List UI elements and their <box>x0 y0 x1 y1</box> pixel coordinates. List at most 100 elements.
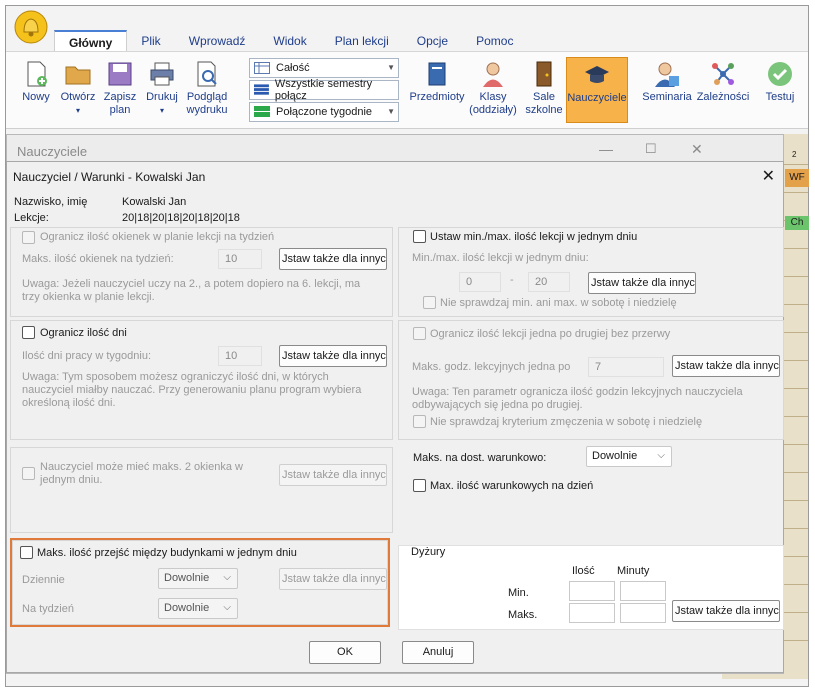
semesters-select[interactable]: Wszystkie semestry połącz <box>249 78 399 102</box>
save-plan-label: Zapisz plan <box>103 91 137 116</box>
two-gaps-panel <box>10 447 393 533</box>
gaps-max-field[interactable]: 10 <box>218 249 262 269</box>
teachers-label: Nauczyciele <box>567 92 627 104</box>
tab-pomoc[interactable]: Pomoc <box>462 30 527 52</box>
duty-min-minutes-input[interactable] <box>620 581 666 601</box>
two-gaps-label: Nauczyciel może mieć maks. 2 okienka w j… <box>40 461 243 486</box>
daily-lessons-label: Min./max. ilość lekcji w jednym dniu: <box>412 252 589 264</box>
save-plan-button[interactable]: Zapisz plan <box>102 60 138 117</box>
duty-min-count-input[interactable] <box>569 581 615 601</box>
book-icon <box>428 62 446 86</box>
seminars-button[interactable]: Seminaria <box>640 60 694 104</box>
duty-minutes-header: Minuty <box>617 565 650 577</box>
range-dash: - <box>510 274 514 286</box>
buildings-checkbox[interactable] <box>20 546 33 559</box>
dependencies-button[interactable]: Zależności <box>696 60 750 104</box>
duty-max-minutes-input[interactable] <box>620 603 666 623</box>
open-button[interactable]: Otwórz ▾ <box>58 60 98 117</box>
daily-lessons-checkbox-label: Ustaw min./max. ilość lekcji w jednym dn… <box>430 231 638 243</box>
apply-to-others-button[interactable]: Jstaw także dla innych <box>279 248 387 270</box>
conditional-select[interactable]: Dowolnie ⌵ <box>586 446 672 467</box>
ok-button[interactable]: OK <box>309 641 381 664</box>
days-note: Uwaga: Tym sposobem możesz ograniczyć il… <box>22 371 362 409</box>
graduation-cap-icon <box>585 66 609 83</box>
conditional-value: Dowolnie <box>592 450 638 462</box>
apply-to-others-button[interactable]: Jstaw także dla innych <box>279 568 387 590</box>
conditional-per-day-checkbox[interactable] <box>413 479 426 492</box>
consecutive-checkbox-label: Ogranicz ilość lekcji jedna po drugiej b… <box>430 328 671 340</box>
print-preview-button[interactable]: Podgląd wydruku <box>184 60 230 117</box>
days-field[interactable]: 10 <box>218 346 262 366</box>
door-icon <box>536 61 552 87</box>
apply-to-others-button[interactable]: Jstaw także dla innych <box>672 600 780 622</box>
duty-max-count-input[interactable] <box>569 603 615 623</box>
tab-plik[interactable]: Plik <box>127 30 174 52</box>
print-preview-label: Podgląd wydruku <box>186 91 228 116</box>
app-bell-logo[interactable] <box>14 10 48 44</box>
consecutive-note: Uwaga: Ten parametr ogranicza ilość godz… <box>412 386 743 411</box>
gaps-checkbox[interactable] <box>22 231 35 244</box>
daily-max-field[interactable]: 20 <box>528 272 570 292</box>
buildings-weekly-label: Na tydzień <box>22 603 74 615</box>
timetable-card-ch[interactable]: Ch <box>785 216 809 230</box>
daily-weekend-checkbox[interactable] <box>423 296 436 309</box>
consecutive-weekend-checkbox[interactable] <box>413 415 426 428</box>
teachers-window-title: Nauczyciele <box>17 144 88 159</box>
subjects-label: Przedmioty <box>409 91 465 103</box>
tab-widok[interactable]: Widok <box>259 30 320 52</box>
tab-opcje[interactable]: Opcje <box>403 30 462 52</box>
classrooms-label: Sale szkolne <box>525 91 563 116</box>
apply-to-others-button[interactable]: Jstaw także dla innych <box>672 355 780 377</box>
classrooms-button[interactable]: Sale szkolne <box>524 60 564 117</box>
subjects-button[interactable]: Przedmioty <box>408 60 466 104</box>
apply-to-others-button[interactable]: Jstaw także dla innych <box>279 345 387 367</box>
scope-value: Całość <box>276 62 310 74</box>
consecutive-checkbox[interactable] <box>413 327 426 340</box>
dependencies-label: Zależności <box>696 91 750 103</box>
new-file-icon <box>27 61 47 87</box>
tab-glowny[interactable]: Główny <box>54 30 128 52</box>
apply-to-others-button[interactable]: Jstaw także dla innych <box>588 272 696 294</box>
column-header: 2 <box>792 150 797 159</box>
folder-icon <box>65 66 91 85</box>
daily-lessons-checkbox[interactable] <box>413 230 426 243</box>
days-checkbox[interactable] <box>22 326 35 339</box>
apply-to-others-button[interactable]: Jstaw także dla innych <box>279 464 387 486</box>
daily-weekend-label: Nie sprawdzaj min. ani max. w sobotę i n… <box>440 297 677 309</box>
name-label: Nazwisko, imię <box>14 196 88 208</box>
buildings-daily-select[interactable]: Dowolnie ⌵ <box>158 568 238 589</box>
buildings-weekly-value: Dowolnie <box>164 602 210 614</box>
days-checkbox-label: Ogranicz ilość dni <box>40 327 127 339</box>
classes-button[interactable]: Klasy (oddziały) <box>468 60 518 117</box>
name-value: Kowalski Jan <box>122 196 187 208</box>
classes-label: Klasy (oddziały) <box>469 91 517 116</box>
consecutive-label: Maks. godz. lekcyjnych jedna po <box>412 361 571 373</box>
scope-select[interactable]: Całość ▼ <box>249 58 399 78</box>
gaps-note: Uwaga: Jeżeli nauczyciel uczy na 2., a p… <box>22 278 361 303</box>
test-button[interactable]: Testuj <box>760 60 800 104</box>
buildings-weekly-select[interactable]: Dowolnie ⌵ <box>158 598 238 619</box>
teachers-button[interactable]: Nauczyciele <box>566 57 628 123</box>
tab-plan-lekcji[interactable]: Plan lekcji <box>321 30 403 52</box>
weeks-select[interactable]: Połączone tygodnie ▼ <box>249 102 399 122</box>
consecutive-field[interactable]: 7 <box>588 357 664 377</box>
chevron-down-icon: ▼ <box>387 63 395 72</box>
printer-icon <box>150 62 174 86</box>
gaps-checkbox-label: Ogranicz ilość okienek w planie lekcji n… <box>40 231 275 243</box>
minimize-icon[interactable]: — <box>599 141 613 157</box>
maximize-icon[interactable]: ☐ <box>645 141 657 157</box>
new-button[interactable]: Nowy <box>18 60 54 104</box>
tab-wprowadz[interactable]: Wprowadź <box>175 30 260 52</box>
checkmark-icon <box>768 62 792 86</box>
two-gaps-checkbox[interactable] <box>22 467 35 480</box>
cancel-button[interactable]: Anuluj <box>402 641 474 664</box>
conditional-per-day-label: Max. ilość warunkowych na dzień <box>430 480 594 492</box>
close-icon[interactable]: ✕ <box>691 141 703 158</box>
daily-min-field[interactable]: 0 <box>459 272 501 292</box>
timetable-card-wf[interactable]: WF <box>785 169 809 187</box>
close-icon[interactable]: ✕ <box>762 166 775 186</box>
weeks-icon <box>254 106 270 117</box>
print-button[interactable]: Drukuj ▾ <box>142 60 182 117</box>
chevron-down-icon: ⌵ <box>657 450 665 461</box>
ribbon-toolbar: Nowy Otwórz ▾ Zapisz plan Drukuj ▾ Podgląd… <box>6 51 808 129</box>
